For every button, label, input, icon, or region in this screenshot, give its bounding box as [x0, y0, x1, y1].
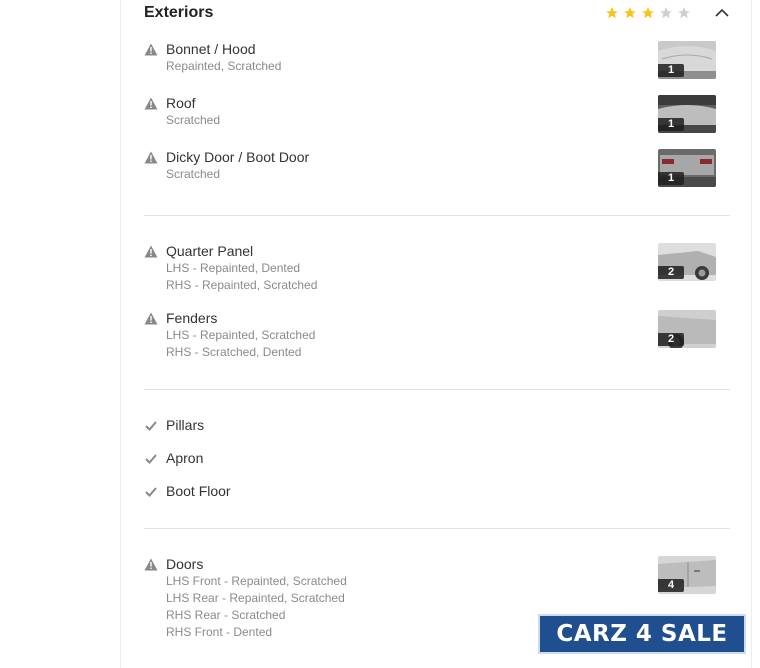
item-detail: RHS - Repainted, Scratched: [166, 278, 318, 292]
check-icon: [145, 421, 157, 431]
chevron-up-icon[interactable]: [714, 5, 730, 21]
exterior-group-3: Pillars Apron Boot Floor: [144, 417, 730, 516]
warning-icon: [144, 43, 158, 56]
check-icon: [145, 487, 157, 497]
list-item: Dicky Door / Boot Door Scratched 1: [144, 149, 730, 203]
photo-thumbnail[interactable]: 2: [658, 310, 716, 348]
item-name: Boot Floor: [166, 483, 231, 499]
photo-thumbnail[interactable]: 1: [658, 41, 716, 79]
exterior-group-2: Quarter Panel LHS - Repainted, Dented RH…: [144, 243, 730, 377]
section-header[interactable]: Exteriors: [144, 0, 730, 26]
photo-count: 1: [658, 64, 684, 77]
item-name: Roof: [166, 95, 196, 111]
item-detail: Repainted, Scratched: [166, 59, 282, 73]
photo-count: 2: [658, 333, 684, 346]
photo-thumbnail[interactable]: 4: [658, 556, 716, 594]
list-item: Apron: [144, 450, 730, 483]
list-item: Fenders LHS - Repainted, Scratched RHS -…: [144, 310, 730, 377]
photo-count: 2: [658, 266, 684, 279]
list-item: Pillars: [144, 417, 730, 450]
divider: [144, 389, 730, 390]
list-item: Quarter Panel LHS - Repainted, Dented RH…: [144, 243, 730, 310]
photo-thumbnail[interactable]: 2: [658, 243, 716, 281]
item-name: Dicky Door / Boot Door: [166, 149, 310, 165]
warning-icon: [144, 245, 158, 258]
warning-icon: [144, 558, 158, 571]
item-detail: LHS Front - Repainted, Scratched: [166, 574, 347, 588]
photo-thumbnail[interactable]: 1: [658, 149, 716, 187]
item-name: Bonnet / Hood: [166, 41, 256, 57]
item-name: Fenders: [166, 310, 218, 326]
photo-count: 4: [658, 579, 684, 592]
divider: [144, 528, 730, 529]
list-item: Boot Floor: [144, 483, 730, 516]
item-name: Doors: [166, 556, 204, 572]
item-name: Quarter Panel: [166, 243, 254, 259]
item-detail: RHS - Scratched, Dented: [166, 345, 302, 359]
divider: [144, 215, 730, 216]
carz4sale-logo: CARZ 4 SALE: [538, 614, 746, 654]
star-icon: [606, 7, 618, 19]
list-item: Bonnet / Hood Repainted, Scratched 1: [144, 41, 730, 95]
item-name: Pillars: [166, 417, 205, 433]
logo-text: CARZ 4 SALE: [556, 621, 728, 647]
section-title: Exteriors: [144, 4, 214, 21]
warning-icon: [144, 97, 158, 110]
exterior-group-1: Bonnet / Hood Repainted, Scratched 1 Roo…: [144, 41, 730, 203]
item-detail: LHS Rear - Repainted, Scratched: [166, 591, 345, 605]
warning-icon: [144, 151, 158, 164]
rating-stars: [604, 6, 694, 20]
photo-thumbnail[interactable]: 1: [658, 95, 716, 133]
star-icon: [624, 7, 636, 19]
item-detail: Scratched: [166, 167, 221, 181]
item-name: Apron: [166, 450, 204, 466]
star-icon: [642, 7, 654, 19]
warning-icon: [144, 312, 158, 325]
item-detail: LHS - Repainted, Dented: [166, 261, 301, 275]
star-icon: [660, 7, 672, 19]
photo-count: 1: [658, 172, 684, 185]
list-item: Roof Scratched 1: [144, 95, 730, 149]
item-detail: LHS - Repainted, Scratched: [166, 328, 316, 342]
check-icon: [145, 454, 157, 464]
item-detail: Scratched: [166, 113, 221, 127]
star-icon: [678, 7, 690, 19]
photo-count: 1: [658, 118, 684, 131]
